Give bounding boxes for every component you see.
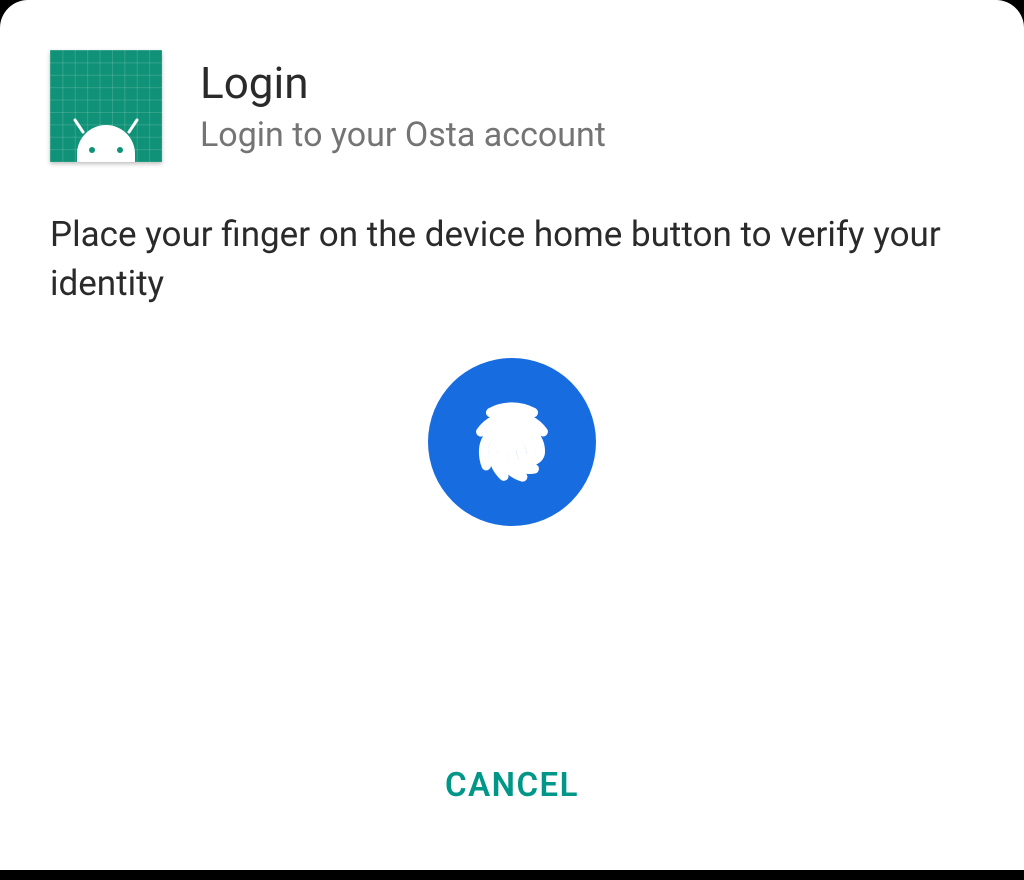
fingerprint-sensor[interactable] xyxy=(428,358,596,526)
button-row: CANCEL xyxy=(50,736,974,850)
dialog-title: Login xyxy=(200,57,606,109)
dialog-header: Login Login to your Osta account xyxy=(50,50,974,162)
fingerprint-area xyxy=(50,358,974,736)
app-icon xyxy=(50,50,162,162)
fingerprint-icon xyxy=(468,398,556,486)
header-text: Login Login to your Osta account xyxy=(200,57,606,155)
dialog-subtitle: Login to your Osta account xyxy=(200,115,606,155)
fingerprint-login-dialog: Login Login to your Osta account Place y… xyxy=(0,0,1024,870)
instruction-text: Place your finger on the device home but… xyxy=(50,210,974,308)
android-head-icon xyxy=(67,118,145,162)
cancel-button[interactable]: CANCEL xyxy=(425,756,599,815)
